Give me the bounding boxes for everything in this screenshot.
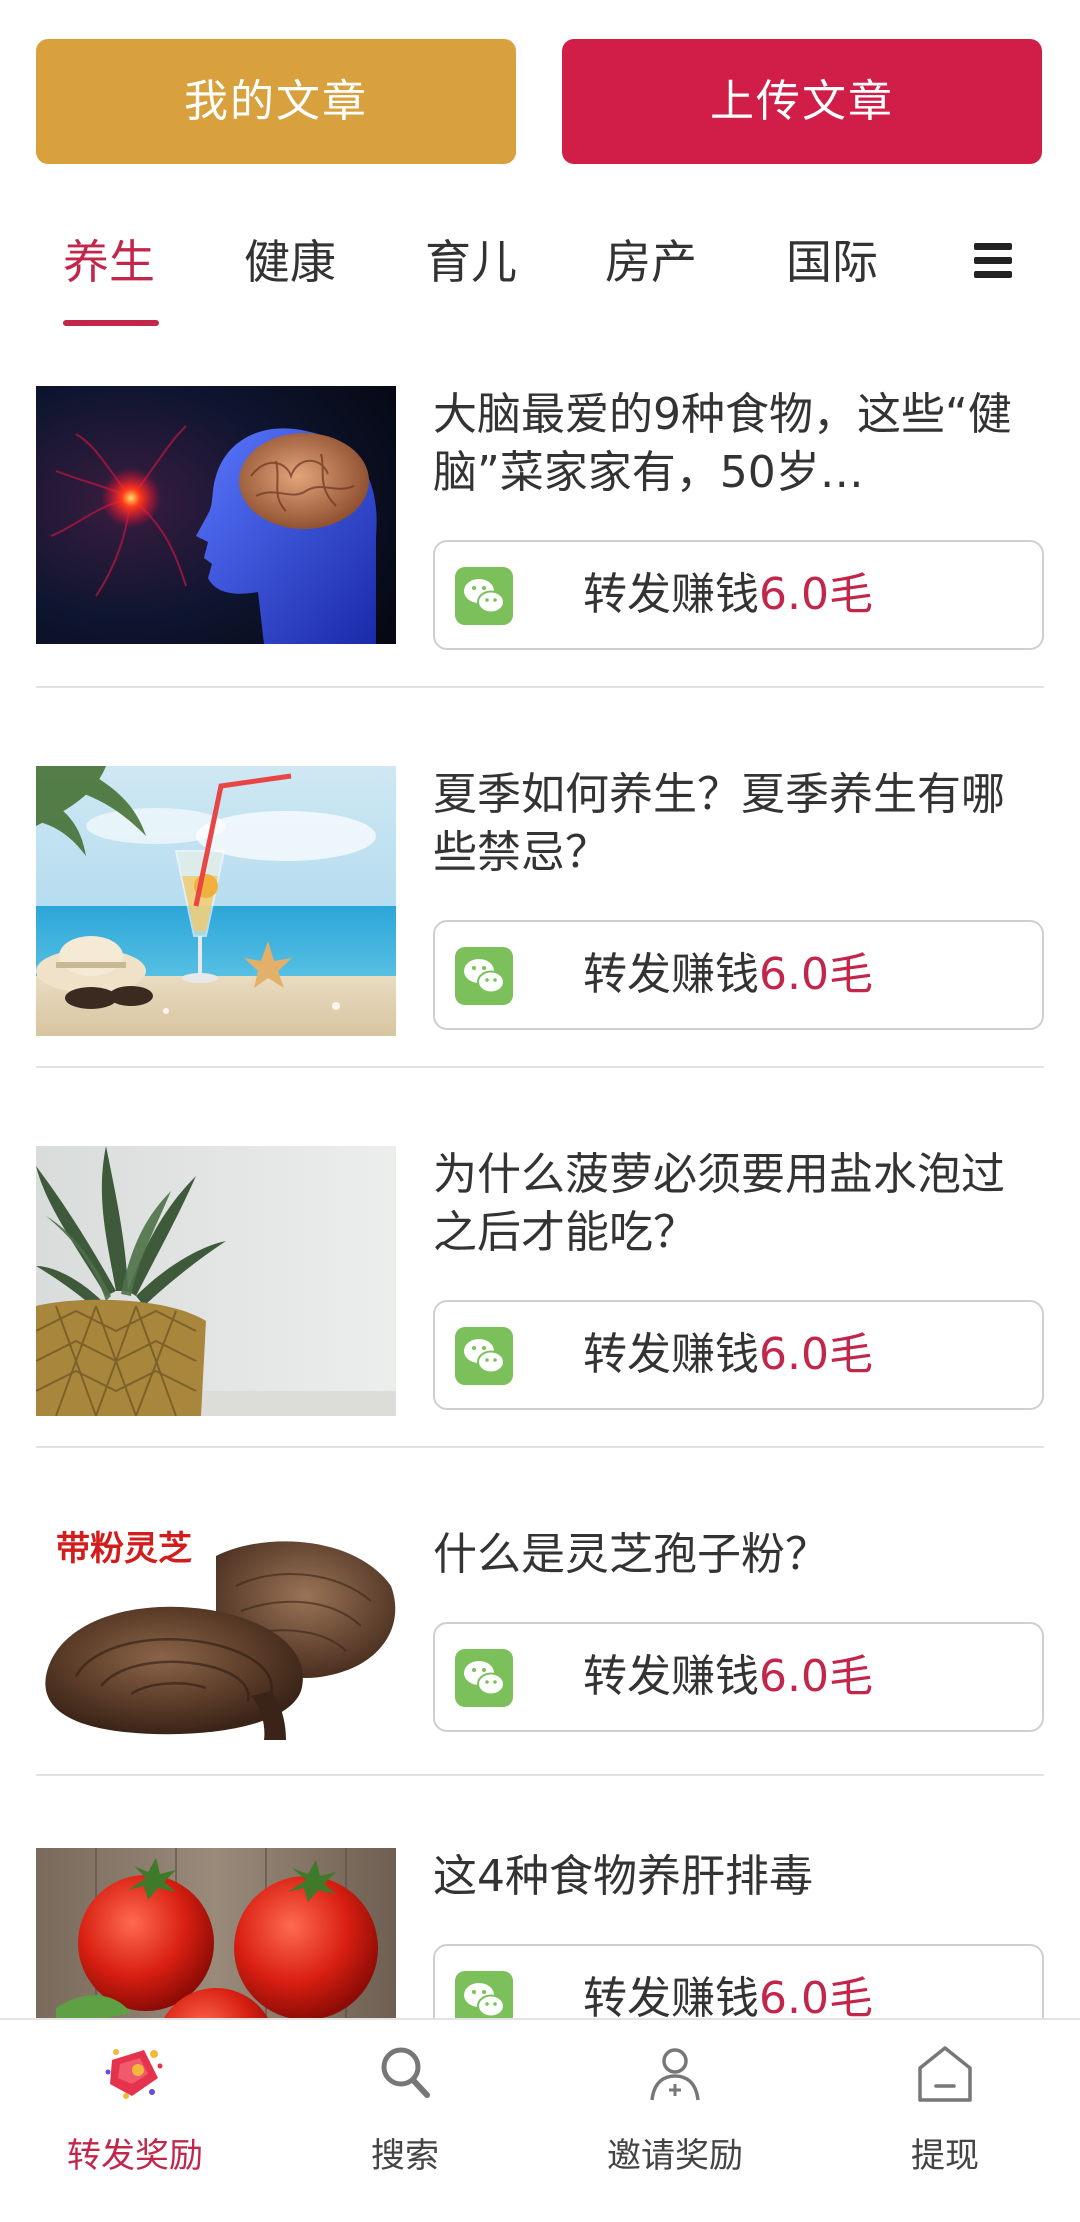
share-reward-icon — [105, 2049, 163, 2099]
beach-drink-image — [36, 766, 396, 1036]
menu-icon[interactable] — [974, 243, 1012, 279]
reward-amount: 6.0毛 — [759, 1973, 873, 2020]
share-label: 转发赚钱 — [583, 949, 759, 1000]
my-articles-button[interactable]: 我的文章 — [36, 39, 516, 164]
article-item[interactable]: 大脑最爱的9种食物，这些“健脑”菜家家有，50岁… 转发赚钱6.0毛 — [36, 350, 1044, 730]
reward-amount: 6.0毛 — [759, 1329, 873, 1380]
nav-withdraw[interactable]: 提现 — [810, 2020, 1080, 2222]
wechat-icon — [455, 947, 513, 1005]
active-tab-indicator — [63, 320, 159, 326]
brain-head-image — [36, 386, 396, 644]
tab-jiankang[interactable]: 健康 — [244, 230, 336, 294]
reward-amount: 6.0毛 — [759, 569, 873, 620]
tab-fangchan[interactable]: 房产 — [605, 230, 697, 294]
article-title[interactable]: 夏季如何养生？夏季养生有哪些禁忌？ — [433, 766, 1033, 882]
share-label: 转发赚钱 — [583, 569, 759, 620]
article-title[interactable]: 这4种食物养肝排毒 — [433, 1848, 1033, 1906]
share-label: 转发赚钱 — [583, 1329, 759, 1380]
divider — [36, 1774, 1044, 1776]
wechat-icon — [455, 567, 513, 625]
reward-amount: 6.0毛 — [759, 949, 873, 1000]
share-earn-button[interactable]: 转发赚钱6.0毛 — [433, 920, 1044, 1030]
tab-guoji[interactable]: 国际 — [786, 230, 878, 294]
pineapple-image — [36, 1146, 396, 1416]
wechat-icon — [455, 1971, 513, 2020]
lingzhi-mushroom-image: 带粉灵芝 — [36, 1526, 396, 1740]
share-earn-button[interactable]: 转发赚钱6.0毛 — [433, 1944, 1044, 2020]
article-title[interactable]: 什么是灵芝孢子粉？ — [433, 1526, 1033, 1584]
article-item[interactable]: 为什么菠萝必须要用盐水泡过之后才能吃？ 转发赚钱6.0毛 — [36, 1110, 1044, 1490]
share-earn-button[interactable]: 转发赚钱6.0毛 — [433, 1300, 1044, 1410]
nav-invite-reward[interactable]: 邀请奖励 — [540, 2020, 810, 2222]
article-title[interactable]: 为什么菠萝必须要用盐水泡过之后才能吃？ — [433, 1146, 1033, 1262]
share-earn-button[interactable]: 转发赚钱6.0毛 — [433, 540, 1044, 650]
nav-search[interactable]: 搜索 — [270, 2020, 540, 2222]
share-earn-button[interactable]: 转发赚钱6.0毛 — [433, 1622, 1044, 1732]
top-button-bar: 我的文章 上传文章 — [36, 39, 1044, 164]
wechat-icon — [455, 1649, 513, 1707]
nav-label: 提现 — [911, 2136, 979, 2176]
article-item[interactable]: 带粉灵芝 什么是灵芝孢子粉？ 转发赚钱6.0毛 — [36, 1490, 1044, 1870]
search-icon — [381, 2047, 430, 2098]
article-item[interactable]: 夏季如何养生？夏季养生有哪些禁忌？ 转发赚钱6.0毛 — [36, 730, 1044, 1110]
nav-label: 搜索 — [371, 2136, 439, 2176]
share-label: 转发赚钱 — [583, 1651, 759, 1702]
invite-user-icon — [650, 2048, 700, 2101]
nav-label: 转发奖励 — [67, 2136, 203, 2176]
divider — [36, 1446, 1044, 1448]
article-title[interactable]: 大脑最爱的9种食物，这些“健脑”菜家家有，50岁… — [433, 386, 1033, 502]
divider — [36, 686, 1044, 688]
tomatoes-image — [36, 1848, 396, 2020]
category-tabs: 养生 健康 育儿 房产 国际 — [0, 200, 1080, 330]
nav-share-reward[interactable]: 转发奖励 — [0, 2020, 270, 2222]
bottom-nav: 转发奖励 搜索 邀请奖励 提现 — [0, 2018, 1080, 2222]
article-item[interactable]: 这4种食物养肝排毒 转发赚钱6.0毛 — [36, 1814, 1044, 2020]
reward-amount: 6.0毛 — [759, 1651, 873, 1702]
withdraw-home-icon — [918, 2046, 972, 2102]
image-caption: 带粉灵芝 — [56, 1529, 192, 1569]
upload-article-button[interactable]: 上传文章 — [562, 39, 1042, 164]
tab-yangsheng[interactable]: 养生 — [63, 230, 155, 294]
nav-label: 邀请奖励 — [607, 2136, 743, 2176]
tab-yuer[interactable]: 育儿 — [425, 230, 517, 294]
wechat-icon — [455, 1327, 513, 1385]
article-list: 大脑最爱的9种食物，这些“健脑”菜家家有，50岁… 转发赚钱6.0毛 夏季如何养… — [36, 350, 1044, 2020]
divider — [36, 1066, 1044, 1068]
share-label: 转发赚钱 — [583, 1973, 759, 2020]
